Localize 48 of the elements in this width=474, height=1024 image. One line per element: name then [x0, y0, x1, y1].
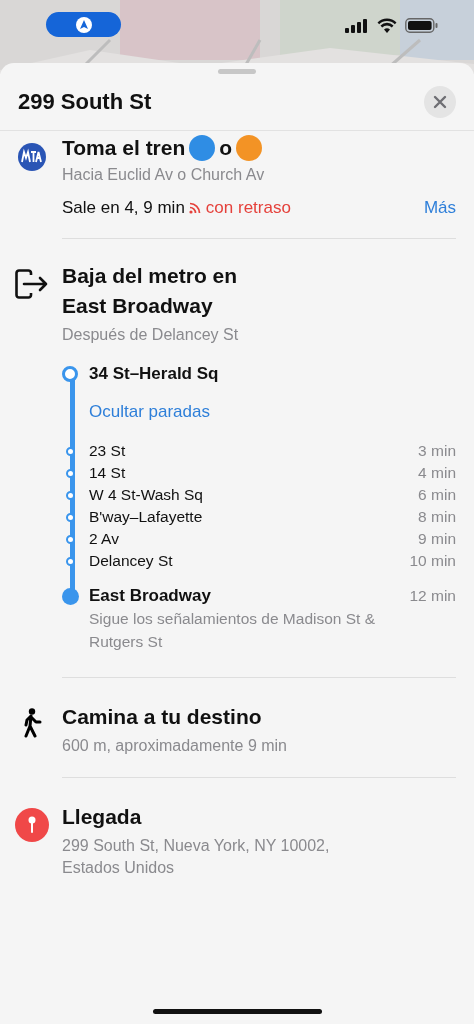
step-title: Camina a tu destino	[62, 704, 263, 730]
location-pill[interactable]	[46, 12, 121, 37]
step-title: Toma el tren	[62, 136, 186, 160]
close-icon	[433, 95, 447, 109]
live-signal-icon	[188, 201, 202, 214]
stop-name: Delancey St	[89, 552, 173, 571]
address-text: 299 South St, Nueva York, NY 10002, Estados Unidos	[62, 836, 331, 879]
stop-time: 9 min	[418, 530, 456, 549]
stop-name: 23 St	[89, 442, 126, 461]
exit-note: Sigue los señalamientos de Madison St & Rutgers St	[89, 609, 376, 652]
stop-time: 6 min	[418, 486, 456, 505]
station-name: East Broadway	[89, 586, 211, 607]
direction-text: Hacia Euclid Av o Church Av	[62, 165, 266, 185]
stop-time: 3 min	[418, 442, 456, 461]
stop-dot	[66, 512, 75, 522]
stop-time: 8 min	[418, 508, 456, 527]
station-name: 34 St–Herald Sq	[89, 364, 219, 385]
station-dot	[62, 587, 79, 605]
departure-text: Sale en 4, 9 min	[62, 197, 185, 218]
step-title: Baja del metro en East Broadway	[62, 262, 239, 320]
step-subtitle: 600 m, aproximadamente 9 min	[62, 736, 288, 757]
close-button[interactable]	[424, 86, 456, 118]
stop-name: B'way–Lafayette	[89, 508, 203, 527]
sheet-title: 299 South St	[18, 89, 152, 115]
more-link[interactable]: Más	[423, 197, 456, 218]
stop-dot	[66, 446, 75, 456]
delay-text: con retraso	[205, 197, 291, 218]
station-dot	[62, 366, 78, 383]
step-subtitle: Después de Delancey St	[62, 325, 240, 346]
stop-dot	[66, 534, 75, 544]
transit-logo-icon	[18, 143, 46, 171]
hide-stops-link[interactable]: Ocultar paradas	[89, 402, 456, 423]
step-title: Llegada	[62, 804, 143, 831]
wifi-icon	[377, 18, 397, 33]
stop-name: 14 St	[89, 464, 126, 483]
stop-name: 2 Av	[89, 530, 119, 549]
stop-dot	[66, 468, 75, 478]
pin-icon	[15, 808, 49, 843]
stop-time: 10 min	[409, 552, 456, 571]
stop-dot	[66, 490, 75, 500]
exit-icon	[15, 268, 49, 299]
stop-dot	[66, 556, 75, 566]
step-title: o	[219, 136, 233, 160]
signal-icon	[345, 18, 369, 33]
battery-icon	[405, 18, 438, 33]
stop-name: W 4 St-Wash Sq	[89, 486, 203, 505]
stop-time: 12 min	[409, 587, 456, 606]
stop-time: 4 min	[418, 464, 456, 483]
